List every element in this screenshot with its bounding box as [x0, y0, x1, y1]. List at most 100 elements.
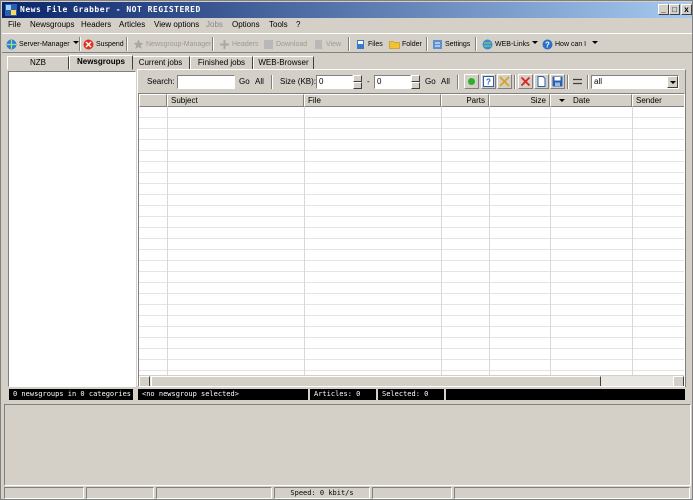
help-icon: ? [542, 39, 553, 49]
search-go-button[interactable]: Go [239, 77, 250, 86]
col-subject[interactable]: Subject [167, 94, 304, 107]
tab-newsgroups[interactable]: Newsgroups [69, 55, 133, 70]
red-x-icon [520, 76, 531, 87]
col-divider [489, 107, 490, 375]
col-divider [441, 107, 442, 375]
size-go-button[interactable]: Go [425, 77, 436, 86]
download-button[interactable]: Download [263, 37, 307, 51]
save-icon [552, 76, 563, 87]
newsgroup-tree[interactable] [8, 71, 136, 387]
folder-icon [389, 40, 400, 49]
filter-select[interactable]: all [591, 75, 679, 89]
folder-button[interactable]: Folder [389, 37, 422, 51]
size-all-button[interactable]: All [441, 77, 450, 86]
view-icon [315, 39, 322, 49]
sort-down-icon [559, 99, 565, 102]
col-sender[interactable]: Sender [632, 94, 684, 107]
save-button[interactable] [550, 74, 565, 89]
maximize-button[interactable]: □ [669, 4, 680, 15]
tools-icon [499, 76, 510, 87]
articles-count-status: Articles: 0 [310, 389, 376, 400]
filter-bar: Search: Go All Size (KB): 0 - 0 Go All ? [141, 73, 683, 91]
minimize-button[interactable]: _ [658, 4, 669, 15]
horizontal-scrollbar[interactable] [139, 375, 684, 386]
menu-articles[interactable]: Articles [119, 20, 145, 29]
green-dot-icon [468, 78, 475, 85]
web-links-dropdown-icon[interactable] [532, 41, 538, 44]
filter-separator [514, 75, 516, 89]
filter-separator [567, 75, 569, 89]
menu-options[interactable]: Options [232, 20, 260, 29]
toolbar-separator [426, 37, 428, 51]
col-parts[interactable]: Parts [441, 94, 489, 107]
menu-newsgroups[interactable]: Newsgroups [30, 20, 74, 29]
stop-icon [83, 39, 94, 49]
filter-separator [271, 75, 273, 89]
menu-help[interactable]: ? [296, 20, 300, 29]
col-file[interactable]: File [304, 94, 441, 107]
menu-view-options[interactable]: View options [154, 20, 199, 29]
how-can-i-button[interactable]: ? How can I [542, 37, 586, 51]
tab-current-jobs[interactable]: Current jobs [131, 56, 190, 70]
toolbar-separator [79, 37, 81, 51]
tools-button[interactable] [497, 74, 512, 89]
app-icon [5, 4, 17, 16]
document-icon [537, 76, 546, 87]
search-all-button[interactable]: All [255, 77, 264, 86]
tab-web-browser[interactable]: WEB-Browser [253, 56, 314, 70]
new-document-button[interactable] [534, 74, 549, 89]
scroll-thumb[interactable] [151, 376, 601, 386]
newsgroup-count-status: 0 newsgroups in 0 categories [9, 389, 133, 400]
toolbar-separator [126, 37, 128, 51]
status-bar: Speed: 0 kbit/s [2, 487, 692, 499]
statusbar-panel [454, 487, 690, 499]
equals-button[interactable] [570, 74, 585, 89]
menu-headers[interactable]: Headers [81, 20, 111, 29]
selected-newsgroup-status: <no newsgroup selected> [138, 389, 308, 400]
menu-jobs[interactable]: Jobs [206, 20, 223, 29]
statusbar-panel [4, 487, 84, 499]
server-manager-button[interactable]: Server-Manager [6, 37, 70, 51]
menu-tools[interactable]: Tools [269, 20, 288, 29]
search-input[interactable] [177, 75, 235, 89]
view-button[interactable]: View [313, 37, 341, 51]
star-icon [133, 39, 144, 49]
size-from-input[interactable]: 0 [316, 75, 353, 89]
web-links-button[interactable]: WEB-Links [482, 37, 530, 51]
title-bar[interactable]: News File Grabber - NOT REGISTERED _ □ x [2, 2, 692, 18]
server-globe-icon [6, 39, 17, 49]
search-label: Search: [147, 77, 175, 86]
how-can-i-dropdown-icon[interactable] [592, 41, 598, 44]
col-size[interactable]: Size [489, 94, 550, 107]
col-blank[interactable] [139, 94, 167, 107]
statusbar-panel [156, 487, 272, 499]
tab-nzb[interactable]: NZB [7, 56, 69, 70]
help-filter-button[interactable]: ? [481, 74, 496, 89]
suspend-button[interactable]: Suspend [83, 37, 124, 51]
newsgroup-manager-button[interactable]: Newsgroup-Manager [133, 37, 211, 51]
close-button[interactable]: x [681, 4, 692, 15]
tab-finished-jobs[interactable]: Finished jobs [190, 56, 253, 70]
articles-table[interactable]: Subject File Parts Size Date Sender [138, 93, 685, 387]
filter-separator [587, 75, 589, 89]
scroll-left-button[interactable] [139, 376, 150, 386]
mark-green-button[interactable] [464, 74, 479, 89]
toolbar-separator [475, 37, 477, 51]
scroll-right-button[interactable] [673, 376, 684, 386]
log-panel[interactable] [4, 404, 691, 486]
files-icon [357, 39, 364, 49]
settings-button[interactable]: Settings [432, 37, 470, 51]
select-arrow-icon[interactable] [667, 76, 678, 88]
size-from-spinner[interactable] [353, 75, 362, 89]
table-rows [139, 107, 684, 375]
menu-bar: File Newsgroups Headers Articles View op… [2, 18, 692, 32]
delete-button[interactable] [518, 74, 533, 89]
equals-icon [573, 78, 582, 85]
size-dash: - [367, 77, 370, 86]
menu-file[interactable]: File [8, 20, 21, 29]
files-button[interactable]: Files [355, 37, 383, 51]
size-to-input[interactable]: 0 [374, 75, 411, 89]
size-to-spinner[interactable] [411, 75, 420, 89]
settings-icon [433, 39, 442, 49]
headers-button[interactable]: Headers [219, 37, 258, 51]
